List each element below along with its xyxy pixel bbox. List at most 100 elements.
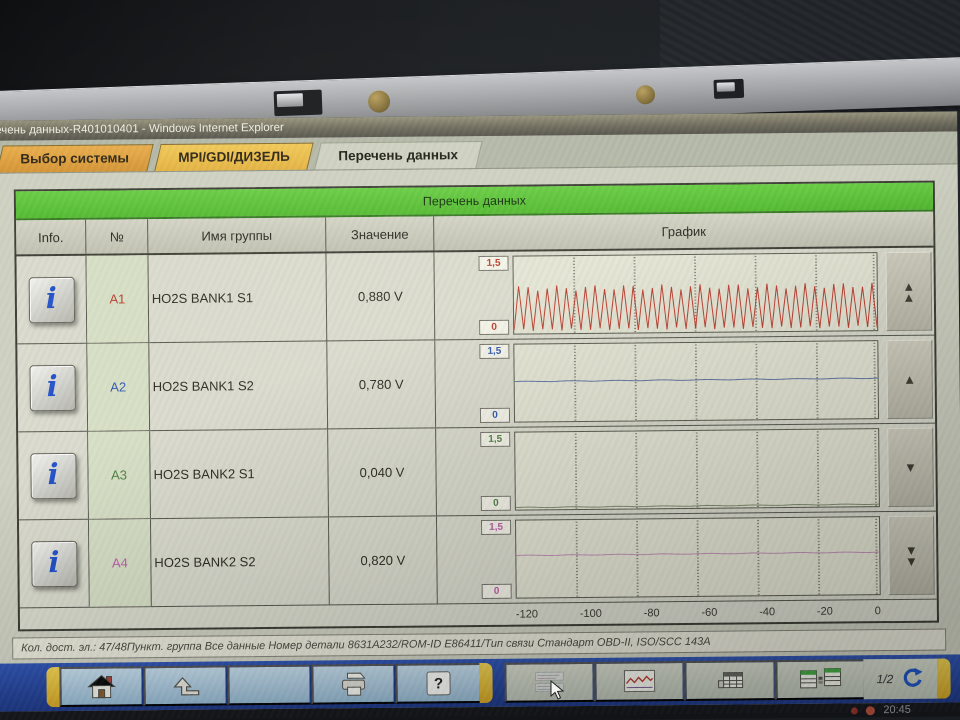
row-id-cell: A1 — [86, 255, 149, 343]
graph-cell: 1,5 0 ▲ — [435, 336, 935, 428]
scale-column: 1,5 0 — [472, 432, 515, 511]
graph-plot — [513, 340, 879, 423]
toolbar-help-button[interactable]: ? — [395, 663, 479, 704]
header-info: Info. — [16, 220, 86, 255]
plot-wrap — [515, 516, 881, 599]
taskbar-clock: 20:45 — [883, 704, 911, 716]
scroll-column: ▼ — [887, 428, 934, 507]
tray-icon — [866, 706, 875, 715]
info-cell: i — [17, 344, 88, 432]
value-cell: 0,040 V — [328, 428, 437, 516]
scale-min-box: 0 — [479, 320, 509, 335]
yellow-cap — [46, 667, 59, 707]
graph-view-icon — [622, 668, 658, 694]
dual-table-icon — [798, 668, 842, 692]
data-list-table: Перечень данных Info. № Имя группы Значе… — [14, 181, 939, 632]
toolbar-print-button[interactable] — [311, 664, 395, 705]
scale-column: 1,5 0 — [470, 256, 513, 335]
graph-cell: 1,5 0 ▼ — [436, 424, 936, 516]
value-cell: 0,880 V — [326, 252, 435, 340]
toolbar-back-button[interactable] — [143, 665, 227, 706]
toolbar-left-group: ? — [46, 663, 492, 707]
graph-plot — [512, 252, 878, 335]
yellow-cap — [937, 658, 950, 698]
refresh-cycle-icon — [900, 666, 924, 688]
info-cell: i — [18, 432, 89, 520]
plot-wrap — [513, 340, 879, 423]
row-id-label: A3 — [111, 467, 127, 482]
x-tick-label: -20 — [817, 605, 833, 617]
photo-of-laptop-screen: ечень данных-R401010401 - Windows Intern… — [0, 0, 960, 720]
scale-column: 1,5 0 — [473, 520, 516, 599]
row-id-cell: A2 — [87, 343, 150, 431]
graph-plot — [514, 428, 880, 511]
tab-label: Перечень данных — [338, 142, 458, 169]
tray-icon — [851, 707, 858, 714]
info-button[interactable]: i — [28, 276, 74, 322]
scroll-up-button[interactable]: ▲ — [886, 340, 933, 419]
info-button[interactable]: i — [30, 452, 76, 498]
row-id-cell: A4 — [89, 519, 152, 607]
home-icon — [85, 672, 117, 700]
double-down-arrow-icon: ▼ — [905, 555, 918, 566]
view-table-button[interactable] — [685, 660, 776, 701]
value-label: 0,880 V — [358, 289, 403, 304]
scroll-column: ▼ ▼ — [888, 516, 935, 595]
scroll-down-button[interactable]: ▼ — [887, 428, 934, 507]
bezel-latch — [714, 79, 745, 99]
group-name-cell: HO2S BANK1 S2 — [149, 341, 328, 430]
x-tick-label: -80 — [644, 607, 660, 619]
table-row: i A4 HO2S BANK2 S2 0,820 V 1,5 0 — [19, 512, 937, 609]
scale-column: 1,5 0 — [471, 344, 514, 423]
scale-max-box: 1,5 — [478, 256, 508, 271]
x-tick-label: -40 — [759, 606, 775, 618]
x-tick-label: -120 — [516, 608, 538, 620]
tab-mpi-gdi-diesel[interactable]: MPI/GDI/ДИЗЕЛЬ — [154, 143, 314, 172]
plot-wrap — [512, 252, 878, 335]
double-up-arrow-icon: ▲ — [902, 291, 915, 302]
yellow-cap — [479, 663, 492, 703]
main-content: Перечень данных Info. № Имя группы Значе… — [0, 164, 960, 720]
row-id-label: A4 — [112, 555, 128, 570]
group-name-cell: HO2S BANK2 S2 — [151, 517, 330, 606]
table-row: i A1 HO2S BANK1 S1 0,880 V 1,5 0 — [16, 248, 934, 345]
group-name-label: HO2S BANK2 S2 — [154, 554, 255, 570]
toolbar-home-button[interactable] — [59, 666, 143, 707]
page-indicator-cell: 1/2 — [863, 659, 938, 700]
value-cell: 0,780 V — [327, 340, 436, 428]
table-row: i A3 HO2S BANK2 S1 0,040 V 1,5 0 — [18, 424, 936, 521]
up-arrow-icon: ▲ — [903, 374, 916, 385]
row-id-label: A2 — [110, 379, 126, 394]
header-number: № — [86, 219, 148, 254]
printer-icon — [338, 671, 368, 697]
tab-label: Выбор системы — [20, 145, 129, 172]
graph-plot — [515, 516, 881, 599]
value-label: 0,780 V — [359, 377, 404, 392]
toolbar-blank-button[interactable] — [227, 665, 311, 706]
graph-cell: 1,5 0 ▼ ▼ — [437, 512, 937, 604]
info-button[interactable]: i — [31, 540, 77, 586]
bezel-latch — [274, 90, 323, 117]
tab-label: MPI/GDI/ДИЗЕЛЬ — [178, 144, 290, 171]
scale-max-box: 1,5 — [480, 432, 510, 447]
scroll-top-button[interactable]: ▲ ▲ — [885, 252, 932, 331]
info-button[interactable]: i — [29, 364, 75, 410]
group-name-label: HO2S BANK1 S2 — [153, 378, 254, 394]
scale-max-box: 1,5 — [481, 520, 511, 535]
page-indicator: 1/2 — [877, 672, 894, 686]
page-cycle-button[interactable] — [900, 666, 924, 691]
table-row: i A2 HO2S BANK1 S2 0,780 V 1,5 0 — [17, 336, 935, 433]
scroll-column: ▲ ▲ — [885, 252, 932, 331]
toolbar-right-group: 1/2 — [504, 658, 950, 702]
scroll-column: ▲ — [886, 340, 933, 419]
tab-system-select[interactable]: Выбор системы — [0, 144, 153, 173]
down-arrow-icon: ▼ — [904, 462, 917, 473]
scroll-bottom-button[interactable]: ▼ ▼ — [888, 516, 935, 595]
question-mark-icon: ? — [426, 671, 450, 695]
tab-data-list[interactable]: Перечень данных — [314, 141, 482, 170]
view-graph-button[interactable] — [595, 661, 686, 702]
mouse-cursor — [550, 680, 566, 702]
value-label: 0,820 V — [360, 553, 405, 568]
view-dual-table-button[interactable] — [775, 659, 864, 700]
scale-max-box: 1,5 — [479, 344, 509, 359]
